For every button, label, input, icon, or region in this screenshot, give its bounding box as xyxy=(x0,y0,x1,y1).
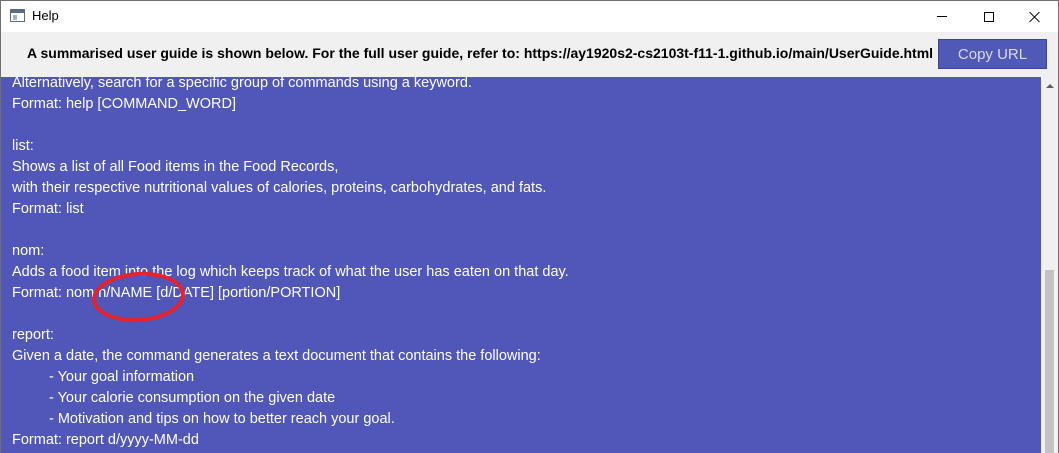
copy-url-button[interactable]: Copy URL xyxy=(938,39,1047,69)
nom-description: Adds a food item into the log which keep… xyxy=(12,264,569,280)
title-bar[interactable]: Help xyxy=(1,1,1058,32)
help-description: Alternatively, search for a specific gro… xyxy=(12,77,472,91)
minimize-button[interactable] xyxy=(919,1,965,32)
scroll-up-button[interactable] xyxy=(1041,77,1058,94)
list-description: Shows a list of all Food items in the Fo… xyxy=(12,159,339,175)
maximize-button[interactable] xyxy=(966,1,1012,32)
maximize-icon xyxy=(984,11,994,22)
url-header: A summarised user guide is shown below. … xyxy=(1,32,1058,77)
help-window: Help A summarised user guide is shown be… xyxy=(0,0,1059,453)
help-content-area[interactable]: Alternatively, search for a specific gro… xyxy=(1,77,1041,453)
help-format: Format: help [COMMAND_WORD] xyxy=(12,96,236,112)
chevron-up-icon xyxy=(1045,83,1054,88)
close-icon xyxy=(1029,11,1041,23)
list-description: with their respective nutritional values… xyxy=(12,180,547,196)
nom-title: nom: xyxy=(12,243,45,259)
app-window-icon xyxy=(10,9,25,22)
report-item: - Motivation and tips on how to better r… xyxy=(49,411,395,427)
window-title: Help xyxy=(32,8,59,23)
scrollbar-thumb[interactable] xyxy=(1045,270,1054,453)
nom-format: Format: nom n/NAME [d/DATE] [portion/POR… xyxy=(12,285,341,301)
close-button[interactable] xyxy=(1012,1,1058,32)
list-format: Format: list xyxy=(12,201,84,217)
list-title: list: xyxy=(12,138,34,154)
user-guide-text: Alternatively, search for a specific gro… xyxy=(12,77,569,451)
vertical-scrollbar[interactable] xyxy=(1041,77,1058,453)
report-item: - Your goal information xyxy=(49,369,195,385)
report-description: Given a date, the command generates a te… xyxy=(12,348,541,364)
report-item: - Your calorie consumption on the given … xyxy=(49,390,336,406)
minimize-icon xyxy=(937,16,947,17)
report-title: report: xyxy=(12,327,54,343)
user-guide-url-message: A summarised user guide is shown below. … xyxy=(27,45,934,61)
report-format: Format: report d/yyyy-MM-dd xyxy=(12,432,199,448)
